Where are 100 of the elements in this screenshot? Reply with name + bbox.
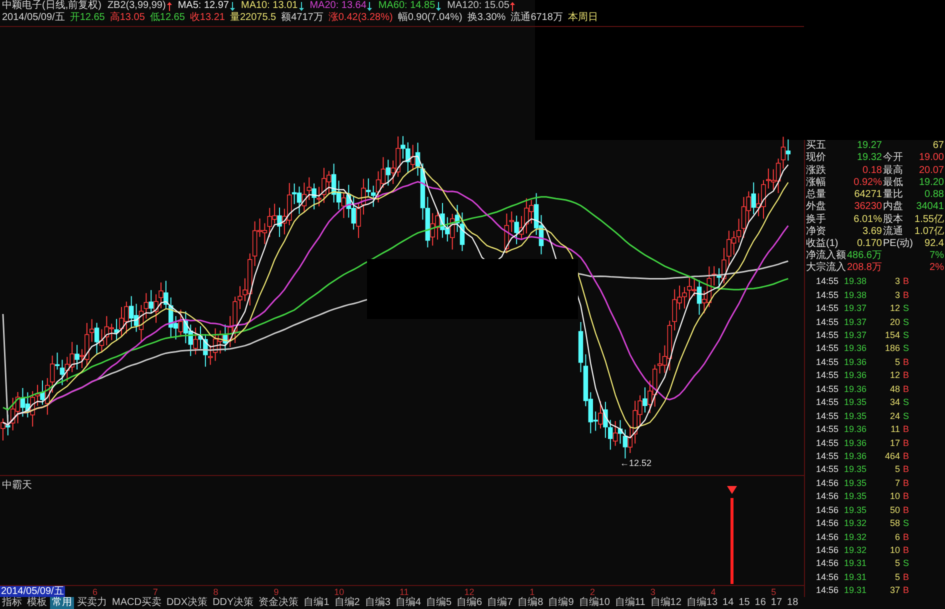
quote-value: 2% <box>930 262 944 274</box>
tick-volume: 3 <box>894 288 900 301</box>
indicator-tab[interactable]: 自编4 <box>393 597 423 609</box>
indicator-tab[interactable]: 15 <box>736 597 752 609</box>
tick-price: 19.32 <box>844 530 868 543</box>
quote-value: 1.55亿 <box>914 214 944 225</box>
axis-label: 3 <box>650 586 656 597</box>
bar-info-text: 额4717万 <box>281 12 324 24</box>
quote-value: 19.00 <box>918 152 944 164</box>
tick-volume: 7 <box>894 476 900 489</box>
indicator-tab[interactable]: 自编12 <box>648 597 684 609</box>
tick-side: S <box>903 517 910 530</box>
indicator-value: ZB2(3,99,99) <box>107 0 166 12</box>
quote-value: 34041 <box>916 201 944 212</box>
tick-volume: 10 <box>888 544 900 556</box>
tick-side: B <box>903 288 910 301</box>
tick-side: B <box>903 476 910 489</box>
tick-price: 19.37 <box>844 316 868 328</box>
axis-label: 6 <box>92 586 98 596</box>
quote-label: 涨跌 <box>806 164 826 176</box>
indicator-tab[interactable]: 16 <box>752 597 768 609</box>
tick-side: S <box>903 396 910 408</box>
quote-label: 今开 <box>883 152 903 164</box>
tick-volume: 20 <box>888 316 900 328</box>
indicator-tab[interactable]: 自编8 <box>516 597 546 609</box>
tick-price: 19.35 <box>844 504 868 516</box>
indicator-tab[interactable]: 自编9 <box>546 597 576 609</box>
indicator-tab[interactable]: 常用 <box>50 597 74 609</box>
quote-label: 大宗流入 <box>806 262 846 274</box>
signal-bar-icon <box>727 486 737 584</box>
axis-label: 11 <box>399 586 409 596</box>
quote-value: 486.6万 <box>846 250 882 262</box>
tick-time: 14:55 <box>816 410 840 422</box>
indicator-tab[interactable]: DDX决策 <box>164 597 210 609</box>
tick-volume: 37 <box>888 584 900 596</box>
axis-label: 12 <box>464 586 474 596</box>
tick-volume: 24 <box>888 410 900 422</box>
indicator-tab[interactable]: 自编10 <box>576 597 612 609</box>
quote-label: 收益(1) <box>806 238 838 249</box>
tick-price: 19.36 <box>844 436 868 449</box>
bar-info-text: 收13.21 <box>190 12 225 24</box>
quote-value: 92.4 <box>924 238 944 249</box>
bar-info-text: 量22075.5 <box>230 12 276 24</box>
quote-label: 现价 <box>806 152 826 164</box>
indicator-tab[interactable]: 自编13 <box>684 597 720 609</box>
tick-side: B <box>903 463 910 476</box>
indicator-value: MA10: 13.01 <box>240 0 298 12</box>
indicator-tab[interactable]: 资金决策 <box>256 597 301 609</box>
date-badge: 2014/05/09/五 <box>0 586 65 598</box>
tick-price: 19.32 <box>844 544 868 556</box>
indicator-tab[interactable]: 自编5 <box>424 597 454 609</box>
quote-value: 19.27 <box>856 140 882 152</box>
tick-side: B <box>903 530 910 543</box>
quote-label: 量比 <box>883 189 903 200</box>
tick-time: 14:55 <box>816 436 840 449</box>
tick-volume: 58 <box>888 517 900 530</box>
tick-time: 14:56 <box>816 584 840 596</box>
indicator-tab[interactable]: DDY决策 <box>210 597 256 609</box>
indicator-tab[interactable]: 自编6 <box>454 597 484 609</box>
indicator-tab[interactable]: 17 <box>768 597 784 609</box>
indicator-tab[interactable]: 自编2 <box>332 597 362 609</box>
indicator-tab[interactable]: 自编1 <box>302 597 332 609</box>
tick-price: 19.35 <box>844 490 868 502</box>
tick-price: 19.36 <box>844 342 868 354</box>
tick-price: 19.35 <box>844 410 868 422</box>
indicator-tab[interactable]: 模板 <box>25 597 49 609</box>
tick-price: 19.38 <box>844 288 868 301</box>
quote-label: 最高 <box>883 164 903 176</box>
tick-price: 19.37 <box>844 302 868 314</box>
tick-volume: 3 <box>894 275 900 288</box>
tick-side: S <box>903 557 910 570</box>
tick-time: 14:55 <box>816 275 840 288</box>
tick-price: 19.31 <box>844 570 868 583</box>
tick-time: 14:55 <box>816 450 840 462</box>
tick-time: 14:55 <box>816 423 840 436</box>
low-price-label: ←12.52 <box>620 457 652 469</box>
tick-side: S <box>903 316 910 328</box>
tick-side: S <box>903 410 910 422</box>
tick-volume: 34 <box>888 396 900 408</box>
bar-info-text: 流通6718万 <box>510 12 563 24</box>
indicator-tab[interactable]: 自编7 <box>485 597 515 609</box>
tick-side: B <box>903 490 910 502</box>
indicator-tab[interactable]: 14 <box>720 597 736 609</box>
indicator-value: MA120: 15.05 <box>447 0 510 12</box>
indicator-tab[interactable]: 自编11 <box>612 597 648 609</box>
bar-info-text: 本周日 <box>568 12 598 24</box>
quote-value: 0.92% <box>854 176 882 188</box>
bar-info-text: 换3.30% <box>467 12 506 24</box>
quote-value: 19.20 <box>918 176 944 188</box>
indicator-value: MA20: 13.64 <box>310 0 366 12</box>
tick-price: 19.35 <box>844 463 868 476</box>
indicator-tab[interactable]: 自编3 <box>362 597 392 609</box>
axis-label: 9 <box>274 586 279 597</box>
quote-label: 买五 <box>806 140 826 152</box>
indicator-tab[interactable]: 18 <box>785 597 800 609</box>
tick-side: B <box>903 584 910 596</box>
bar-info-text: 高13.05 <box>110 12 145 24</box>
indicator-tab[interactable]: MACD买卖 <box>110 597 164 609</box>
indicator-tab[interactable]: 买卖力 <box>75 597 109 609</box>
indicator-tab[interactable]: 指标 <box>0 597 24 609</box>
